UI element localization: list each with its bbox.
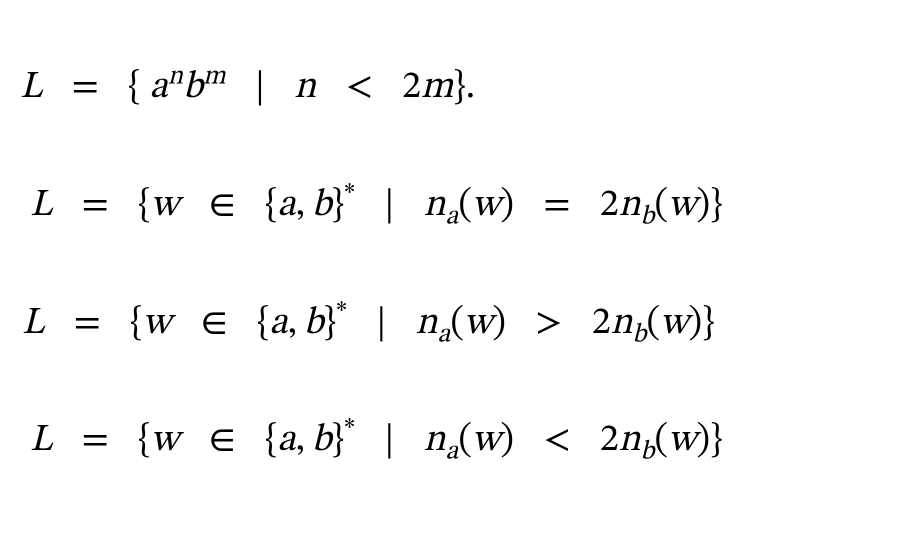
fn-n: n: [424, 187, 446, 225]
lparen2: (: [654, 422, 668, 460]
equals: =: [72, 69, 99, 107]
kleene-star: *: [336, 300, 347, 326]
arg-w2: w: [660, 305, 688, 343]
equals: =: [82, 422, 109, 460]
rparen: ): [500, 422, 514, 460]
bar: |: [384, 187, 394, 225]
arg-w: w: [464, 305, 492, 343]
lparen: (: [458, 422, 472, 460]
lbrace: {: [138, 187, 150, 225]
rparen: ): [492, 305, 506, 343]
rbrace: }: [710, 422, 722, 460]
lparen: (: [458, 187, 472, 225]
equations-container: L = { anbm | n < 2m}. L = {w ∈ {a,b}* | …: [0, 0, 909, 541]
num-2: 2: [600, 422, 619, 460]
var-m: m: [421, 69, 453, 107]
rel-lt: <: [543, 422, 570, 460]
period: .: [466, 69, 475, 107]
comma: ,: [296, 422, 305, 460]
sym-b: b: [312, 187, 332, 225]
alphabet-rbrace: }: [324, 305, 336, 343]
alphabet-rbrace: }: [332, 187, 344, 225]
rparen2: ): [696, 187, 710, 225]
sym-b: b: [304, 305, 324, 343]
equation-4: L = {w ∈ {a,b}* | na(w) < 2nb(w)}: [30, 419, 889, 465]
sym-a: a: [269, 305, 287, 343]
lbrace: {: [128, 69, 140, 107]
bar: |: [376, 305, 386, 343]
equation-2: L = {w ∈ {a,b}* | na(w) = 2nb(w)}: [30, 184, 889, 230]
equals: =: [82, 187, 109, 225]
fn-n: n: [424, 422, 446, 460]
sub-a: a: [446, 440, 459, 466]
fn-n2: n: [611, 305, 633, 343]
elem-of: ∈: [208, 187, 235, 225]
sym-b: b: [312, 422, 332, 460]
sub-a: a: [446, 204, 459, 230]
lparen: (: [450, 305, 464, 343]
var-w: w: [151, 187, 179, 225]
num-2: 2: [592, 305, 611, 343]
var-a: a: [150, 69, 168, 107]
var-L: L: [30, 187, 52, 225]
rbrace: }: [710, 187, 722, 225]
elem-of: ∈: [208, 422, 235, 460]
bar: |: [255, 69, 265, 107]
var-w: w: [143, 305, 171, 343]
sub-b: b: [641, 204, 655, 230]
lt: <: [345, 69, 372, 107]
rbrace: }: [702, 305, 714, 343]
comma: ,: [296, 187, 305, 225]
alphabet-rbrace: }: [332, 422, 344, 460]
sup-n: n: [168, 64, 183, 90]
rparen2: ): [696, 422, 710, 460]
sub-b: b: [641, 440, 655, 466]
elem-of: ∈: [200, 305, 227, 343]
var-b: b: [183, 69, 203, 107]
rel-eq: =: [543, 187, 570, 225]
equals: =: [74, 305, 101, 343]
arg-w2: w: [668, 187, 696, 225]
fn-n2: n: [619, 187, 641, 225]
var-L: L: [20, 69, 42, 107]
rparen2: ): [688, 305, 702, 343]
sym-a: a: [277, 187, 295, 225]
arg-w2: w: [668, 422, 696, 460]
kleene-star: *: [344, 182, 355, 208]
var-n: n: [294, 69, 316, 107]
alphabet-lbrace: {: [257, 305, 269, 343]
sub-a: a: [438, 322, 451, 348]
sub-b: b: [633, 322, 647, 348]
num-2: 2: [402, 69, 421, 107]
rparen: ): [500, 187, 514, 225]
rel-gt: >: [535, 305, 562, 343]
bar: |: [384, 422, 394, 460]
equation-1: L = { anbm | n < 2m}.: [20, 66, 889, 112]
lparen2: (: [654, 187, 668, 225]
var-L: L: [30, 422, 52, 460]
sup-m: m: [203, 64, 226, 90]
fn-n2: n: [619, 422, 641, 460]
alphabet-lbrace: {: [265, 187, 277, 225]
comma: ,: [288, 305, 297, 343]
lbrace: {: [138, 422, 150, 460]
equation-3: L = {w ∈ {a,b}* | na(w) > 2nb(w)}: [22, 302, 889, 348]
alphabet-lbrace: {: [265, 422, 277, 460]
arg-w: w: [472, 422, 500, 460]
lparen2: (: [646, 305, 660, 343]
lbrace: {: [130, 305, 142, 343]
fn-n: n: [416, 305, 438, 343]
kleene-star: *: [344, 418, 355, 444]
sym-a: a: [277, 422, 295, 460]
rbrace: }: [453, 69, 465, 107]
var-L: L: [22, 305, 44, 343]
num-2: 2: [600, 187, 619, 225]
arg-w: w: [472, 187, 500, 225]
var-w: w: [151, 422, 179, 460]
